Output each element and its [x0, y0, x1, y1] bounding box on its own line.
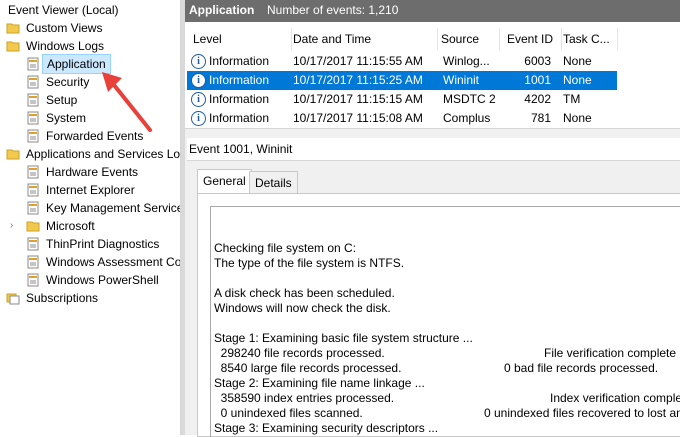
- tree-item-label: Applications and Services Lo: [26, 147, 181, 161]
- cell-level: Information: [209, 111, 270, 125]
- log-icon: [27, 165, 39, 179]
- log-icon: [27, 237, 39, 251]
- column-header-event-id[interactable]: Event ID: [499, 28, 562, 50]
- column-header-date-time[interactable]: Date and Time: [291, 28, 438, 50]
- chevron-right-icon[interactable]: ›: [10, 221, 18, 231]
- cell-level: Information: [209, 54, 270, 68]
- folder-icon: [6, 23, 20, 34]
- tab-details[interactable]: Details: [249, 171, 298, 194]
- tab-panel-general: Checking file system on C: The type of t…: [197, 193, 680, 437]
- log-header: Application Number of events: 1,210: [185, 0, 680, 22]
- table-row[interactable]: i Information 10/17/2017 11:15:15 AM MSD…: [187, 90, 617, 109]
- cell-datetime: 10/17/2017 11:15:25 AM: [293, 73, 423, 87]
- log-icon: [27, 201, 39, 215]
- column-header-task-category[interactable]: Task C...: [561, 28, 618, 50]
- cell-task-category: None: [563, 111, 592, 125]
- cell-datetime: 10/17/2017 11:15:08 AM: [293, 111, 423, 125]
- cell-event-id: 1001: [524, 73, 551, 87]
- cell-task-category: TM: [563, 92, 581, 106]
- description-right-text: 0 bad file records processed.: [504, 361, 659, 375]
- folder-icon: [6, 149, 20, 160]
- cell-source: MSDTC 2: [443, 92, 496, 106]
- description-right-text: Index verification complete: [550, 391, 680, 405]
- tree-item-label: Setup: [46, 93, 78, 107]
- log-icon: [27, 57, 39, 71]
- cell-source: Wininit: [443, 73, 480, 87]
- tree-root-label: Event Viewer (Local): [8, 3, 119, 17]
- cell-task-category: None: [563, 54, 592, 68]
- table-row-selected[interactable]: i Information 10/17/2017 11:15:25 AM Win…: [187, 71, 617, 90]
- description-line: 298240 file records processed.: [214, 346, 385, 360]
- log-icon: [27, 129, 39, 143]
- description-line: Stage 2: Examining file name linkage ...: [214, 376, 425, 390]
- cell-datetime: 10/17/2017 11:15:15 AM: [293, 92, 423, 106]
- tree-item-label: Windows Assessment Co: [46, 255, 181, 269]
- cell-source: Winlog...: [443, 54, 490, 68]
- description-line: Stage 1: Examining basic file system str…: [214, 331, 473, 345]
- folder-icon: [6, 41, 20, 52]
- information-icon: i: [191, 92, 206, 107]
- tree-item-label: Key Management Service: [46, 201, 181, 215]
- cell-task-category: None: [563, 73, 592, 87]
- cell-level: Information: [209, 73, 270, 87]
- events-table: Level Date and Time Source Event ID Task…: [187, 28, 680, 128]
- column-header-source[interactable]: Source: [437, 28, 500, 50]
- table-row[interactable]: i Information 10/17/2017 11:15:55 AM Win…: [187, 52, 617, 71]
- description-right-text: 0 unindexed files recovered to lost an: [484, 406, 680, 420]
- log-name: Application: [189, 3, 255, 17]
- description-line: Stage 3: Examining security descriptors …: [214, 421, 439, 435]
- navigation-tree: Event Viewer (Local) Custom Views Window…: [0, 0, 181, 435]
- table-row[interactable]: i Information 10/17/2017 11:15:08 AM Com…: [187, 109, 617, 128]
- event-detail-pane: Event 1001, Wininit General Details Chec…: [185, 138, 680, 437]
- tree-item-label: Subscriptions: [26, 291, 99, 305]
- tree-item-label: ThinPrint Diagnostics: [46, 237, 160, 251]
- folder-icon: [26, 221, 40, 232]
- tree-item-label: System: [46, 111, 87, 125]
- tree-item-label: Windows PowerShell: [46, 273, 159, 287]
- annotation-arrow: [102, 72, 152, 132]
- cell-datetime: 10/17/2017 11:15:55 AM: [293, 54, 423, 68]
- tree-item-label: Custom Views: [26, 21, 103, 35]
- log-icon: [27, 273, 39, 287]
- description-line: Windows will now check the disk.: [214, 301, 391, 315]
- cell-level: Information: [209, 92, 270, 106]
- description-line: 8540 large file records processed.: [214, 361, 402, 375]
- description-right-text: File verification complete: [544, 346, 677, 360]
- log-icon: [27, 75, 39, 89]
- cell-event-id: 781: [530, 111, 551, 125]
- description-line: Checking file system on C:: [214, 241, 357, 255]
- information-icon: i: [191, 54, 206, 69]
- event-description-box[interactable]: Checking file system on C: The type of t…: [210, 206, 680, 437]
- log-icon: [27, 255, 39, 269]
- tree-item-label: Windows Logs: [26, 39, 105, 53]
- subscriptions-icon: [6, 293, 20, 305]
- log-icon: [27, 111, 39, 125]
- tab-general[interactable]: General: [197, 169, 252, 194]
- event-count: Number of events: 1,210: [267, 3, 399, 17]
- information-icon: i: [191, 73, 206, 88]
- cell-event-id: 4202: [524, 92, 551, 106]
- description-line: 358590 index entries processed.: [214, 391, 395, 405]
- tree-item-label: Hardware Events: [46, 165, 139, 179]
- cell-source: Complus: [443, 111, 491, 125]
- description-line: A disk check has been scheduled.: [214, 286, 395, 300]
- log-icon: [27, 183, 39, 197]
- tree-item-label: Security: [46, 75, 90, 89]
- information-icon: i: [191, 111, 206, 126]
- log-icon: [27, 93, 39, 107]
- tree-item-label: Internet Explorer: [46, 183, 135, 197]
- cell-event-id: 6003: [524, 54, 551, 68]
- event-detail-title: Event 1001, Wininit: [187, 138, 680, 161]
- description-line: The type of the file system is NTFS.: [214, 256, 405, 270]
- description-line: 0 unindexed files scanned.: [214, 406, 363, 420]
- column-header-level[interactable]: Level: [187, 28, 292, 50]
- tree-item-label: Microsoft: [46, 219, 95, 233]
